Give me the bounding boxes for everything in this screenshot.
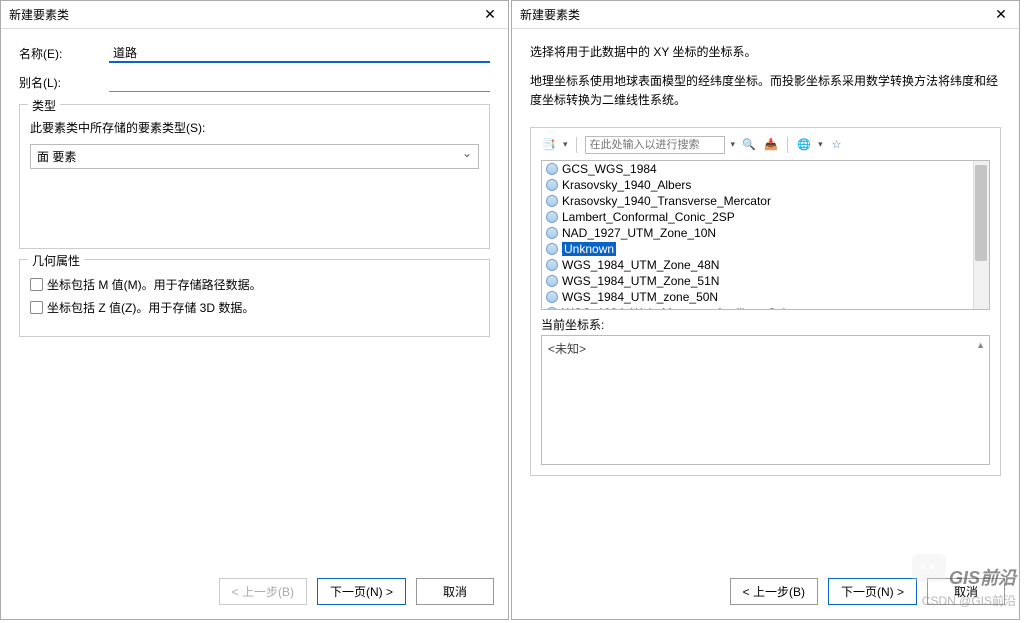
m-value-label: 坐标包括 M 值(M)。用于存储路径数据。 [47, 276, 262, 293]
crs-item-label: Lambert_Conformal_Conic_2SP [562, 210, 735, 224]
content-area: 名称(E): 别名(L): 类型 此要素类中所存储的要素类型(S): 面 要素 … [1, 29, 508, 568]
current-crs-box[interactable]: <未知> [541, 335, 990, 465]
crs-item[interactable]: Krasovsky_1940_Transverse_Mercator [542, 193, 989, 209]
dialog-new-feature-class-1: 新建要素类 ✕ 名称(E): 别名(L): 类型 此要素类中所存储的要素类型(S… [0, 0, 509, 620]
search-dropdown-icon[interactable]: ▾ [731, 139, 736, 150]
z-value-row: 坐标包括 Z 值(Z)。用于存储 3D 数据。 [30, 299, 479, 316]
globe-icon [546, 195, 558, 207]
filter-dropdown-icon[interactable]: ▾ [563, 139, 568, 150]
favorite-icon[interactable]: ☆ [829, 137, 845, 153]
next-button[interactable]: 下一页(N) > [828, 578, 917, 605]
search-icon[interactable]: 🔍 [741, 137, 757, 153]
crs-item[interactable]: NAD_1927_UTM_Zone_10N [542, 225, 989, 241]
titlebar: 新建要素类 ✕ [512, 1, 1019, 29]
window-title: 新建要素类 [520, 6, 580, 23]
crs-panel: 📑 ▾ ▾ 🔍 📥 🌐 ▾ ☆ GCS_WGS_1984 Krasovsky_19… [530, 127, 1001, 476]
globe-icon [546, 291, 558, 303]
crs-item-label: WGS_1984_Web_Mercator_Auxiliary_Sphere [562, 306, 807, 310]
crs-item-label: Krasovsky_1940_Transverse_Mercator [562, 194, 771, 208]
crs-item[interactable]: WGS_1984_UTM_Zone_51N [542, 273, 989, 289]
globe-icon [546, 275, 558, 287]
globe-icon [546, 211, 558, 223]
type-group: 类型 此要素类中所存储的要素类型(S): 面 要素 [19, 104, 490, 249]
crs-item-label: Unknown [562, 242, 616, 256]
dialog-new-feature-class-2: 新建要素类 ✕ 选择将用于此数据中的 XY 坐标的坐标系。 地理坐标系使用地球表… [511, 0, 1020, 620]
crs-item[interactable]: Unknown [542, 241, 989, 257]
content-area: 选择将用于此数据中的 XY 坐标的坐标系。 地理坐标系使用地球表面模型的经纬度坐… [512, 29, 1019, 568]
back-button[interactable]: < 上一步(B) [730, 578, 818, 605]
footer: < 上一步(B) 下一页(N) > 取消 [512, 568, 1019, 619]
scrollbar-track[interactable] [973, 161, 989, 309]
crs-item[interactable]: Lambert_Conformal_Conic_2SP [542, 209, 989, 225]
name-label: 名称(E): [19, 45, 109, 62]
cancel-button[interactable]: 取消 [927, 578, 1005, 605]
m-value-row: 坐标包括 M 值(M)。用于存储路径数据。 [30, 276, 479, 293]
next-button[interactable]: 下一页(N) > [317, 578, 406, 605]
crs-item[interactable]: Krasovsky_1940_Albers [542, 177, 989, 193]
crs-listbox[interactable]: GCS_WGS_1984 Krasovsky_1940_Albers Krasovs… [541, 160, 990, 310]
z-value-checkbox[interactable] [30, 301, 43, 314]
current-crs-value: <未知> [548, 342, 586, 356]
crs-item-label: GCS_WGS_1984 [562, 162, 657, 176]
back-button[interactable]: < 上一步(B) [219, 578, 307, 605]
crs-item-label: WGS_1984_UTM_zone_50N [562, 290, 718, 304]
separator [787, 137, 788, 153]
import-icon[interactable]: 📥 [763, 137, 779, 153]
intro-text-2: 地理坐标系使用地球表面模型的经纬度坐标。而投影坐标系采用数学转换方法将纬度和经度… [530, 72, 1001, 110]
titlebar: 新建要素类 ✕ [1, 1, 508, 29]
globe-icon[interactable]: 🌐 [796, 137, 812, 153]
footer: < 上一步(B) 下一页(N) > 取消 [1, 568, 508, 619]
geometry-group-title: 几何属性 [28, 252, 84, 269]
globe-icon [546, 259, 558, 271]
crs-search-input[interactable] [585, 136, 725, 154]
filter-icon[interactable]: 📑 [541, 137, 557, 153]
crs-item[interactable]: WGS_1984_Web_Mercator_Auxiliary_Sphere [542, 305, 989, 310]
alias-label: 别名(L): [19, 74, 109, 91]
crs-item-label: WGS_1984_UTM_Zone_51N [562, 274, 719, 288]
alias-input[interactable] [109, 73, 490, 92]
geometry-group: 几何属性 坐标包括 M 值(M)。用于存储路径数据。 坐标包括 Z 值(Z)。用… [19, 259, 490, 337]
globe-icon [546, 307, 558, 310]
alias-row: 别名(L): [19, 73, 490, 92]
separator [576, 137, 577, 153]
globe-dropdown-icon[interactable]: ▾ [818, 139, 823, 150]
name-input[interactable] [109, 43, 490, 63]
name-row: 名称(E): [19, 43, 490, 63]
intro-text-1: 选择将用于此数据中的 XY 坐标的坐标系。 [530, 43, 1001, 62]
globe-icon [546, 163, 558, 175]
current-crs-label: 当前坐标系: [541, 316, 990, 333]
crs-item-label: WGS_1984_UTM_Zone_48N [562, 258, 719, 272]
close-icon[interactable]: ✕ [480, 6, 500, 23]
crs-toolbar: 📑 ▾ ▾ 🔍 📥 🌐 ▾ ☆ [541, 136, 990, 154]
globe-icon [546, 243, 558, 255]
feature-type-select[interactable]: 面 要素 [30, 144, 479, 169]
globe-icon [546, 179, 558, 191]
m-value-checkbox[interactable] [30, 278, 43, 291]
globe-icon [546, 227, 558, 239]
crs-item-label: NAD_1927_UTM_Zone_10N [562, 226, 716, 240]
crs-item[interactable]: WGS_1984_UTM_Zone_48N [542, 257, 989, 273]
type-group-title: 类型 [28, 97, 60, 114]
crs-item[interactable]: GCS_WGS_1984 [542, 161, 989, 177]
feature-type-selected: 面 要素 [37, 150, 76, 164]
type-sub-label: 此要素类中所存储的要素类型(S): [30, 119, 479, 136]
close-icon[interactable]: ✕ [991, 6, 1011, 23]
z-value-label: 坐标包括 Z 值(Z)。用于存储 3D 数据。 [47, 299, 254, 316]
window-title: 新建要素类 [9, 6, 69, 23]
cancel-button[interactable]: 取消 [416, 578, 494, 605]
crs-item-label: Krasovsky_1940_Albers [562, 178, 691, 192]
crs-item[interactable]: WGS_1984_UTM_zone_50N [542, 289, 989, 305]
scrollbar-thumb[interactable] [975, 165, 987, 261]
